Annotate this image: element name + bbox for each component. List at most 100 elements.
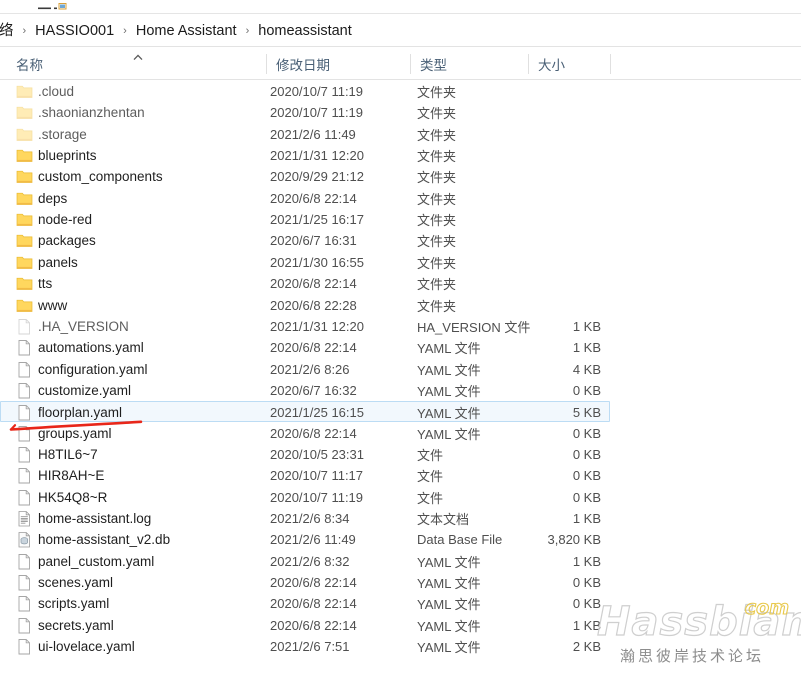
column-divider[interactable] [610, 54, 611, 74]
breadcrumb-item-homeassistant[interactable]: homeassistant [256, 20, 354, 42]
file-size [505, 188, 601, 209]
file-row[interactable]: groups.yaml 2020/6/8 22:14 YAML 文件 0 KB [0, 423, 610, 444]
file-icon [16, 467, 33, 484]
folder-icon [16, 232, 33, 249]
file-size: 3,820 KB [547, 532, 602, 548]
file-type: YAML 文件 [417, 426, 481, 442]
file-date-modified: 2021/2/6 8:32 [270, 553, 350, 569]
file-row[interactable]: customize.yaml 2020/6/7 16:32 YAML 文件 0 KB [0, 380, 610, 401]
folder-icon [16, 275, 33, 292]
file-date-modified: 2021/1/30 16:55 [270, 254, 364, 270]
file-icon [16, 489, 33, 506]
file-type: 文件夹 [417, 149, 457, 165]
file-size [505, 124, 601, 145]
file-row[interactable]: node-red 2021/1/25 16:17 文件夹 [0, 209, 610, 230]
breadcrumb[interactable]: 络 › HASSIO001 › Home Assistant › homeass… [0, 15, 801, 47]
file-row[interactable]: configuration.yaml 2021/2/6 8:26 YAML 文件 4 … [0, 359, 610, 380]
file-row[interactable]: secrets.yaml 2020/6/8 22:14 YAML 文件 1 KB [0, 615, 610, 636]
breadcrumb-item-hassio001[interactable]: HASSIO001 [33, 20, 116, 42]
column-header-name[interactable]: 名称 [6, 48, 270, 80]
file-date-modified: 2020/6/8 22:14 [270, 340, 357, 356]
file-name: www [38, 297, 68, 313]
file-icon [16, 339, 33, 356]
breadcrumb-item-home-assistant[interactable]: Home Assistant [134, 20, 239, 42]
file-type: YAML 文件 [417, 640, 481, 656]
file-date-modified: 2020/10/7 11:19 [270, 84, 364, 99]
file-row[interactable]: .storage 2021/2/6 11:49 文件夹 [0, 124, 610, 145]
file-type: 文件夹 [417, 234, 457, 250]
file-size [505, 252, 601, 273]
file-row[interactable]: .shaonianzhentan 2020/10/7 11:19 文件夹 [0, 102, 610, 123]
file-size [505, 273, 601, 294]
file-size: 1 KB [572, 318, 601, 334]
file-name: tts [38, 276, 53, 292]
file-name: groups.yaml [38, 425, 112, 441]
file-explorer-window: 络 › HASSIO001 › Home Assistant › homeass… [0, 0, 801, 677]
file-type: 文件夹 [417, 170, 457, 186]
file-type: 文本文档 [417, 512, 470, 527]
file-row[interactable]: deps 2020/6/8 22:14 文件夹 [0, 188, 610, 209]
file-row[interactable]: custom_components 2020/9/29 21:12 文件夹 [0, 166, 610, 187]
file-size: 1 KB [572, 553, 601, 569]
folder-icon [16, 126, 33, 143]
toolbar-remnant-icon [38, 3, 67, 10]
file-name: .storage [38, 126, 87, 142]
column-header-type[interactable]: 类型 [410, 48, 528, 80]
file-size [505, 209, 601, 230]
file-date-modified: 2020/6/8 22:14 [270, 425, 357, 441]
file-type: YAML 文件 [417, 576, 481, 592]
file-name: HK54Q8~R [38, 489, 108, 505]
file-size: 0 KB [572, 596, 601, 612]
column-header-size[interactable]: 大小 [528, 48, 610, 80]
file-icon [16, 446, 33, 463]
file-row[interactable]: home-assistant.log 2021/2/6 8:34 文本文档 1 KB [0, 508, 610, 529]
file-row[interactable]: HK54Q8~R 2020/10/7 11:19 文件 0 KB [0, 487, 610, 508]
file-name: scripts.yaml [38, 596, 110, 612]
file-row[interactable]: packages 2020/6/7 16:31 文件夹 [0, 230, 610, 251]
file-icon [16, 574, 33, 591]
file-size: 0 KB [572, 382, 601, 398]
file-row[interactable]: .HA_VERSION 2021/1/31 12:20 HA_VERSION 文件 1… [0, 316, 610, 337]
file-row-selected[interactable]: floorplan.yaml 2021/1/25 16:15 YAML 文件 5 KB [0, 401, 610, 423]
column-header-date-modified[interactable]: 修改日期 [266, 48, 410, 80]
file-name: home-assistant.log [38, 511, 152, 526]
file-icon [16, 382, 33, 399]
file-row[interactable]: panels 2021/1/30 16:55 文件夹 [0, 252, 610, 273]
file-type: YAML 文件 [417, 597, 481, 613]
file-date-modified: 2021/1/25 16:15 [270, 405, 364, 421]
file-row[interactable]: automations.yaml 2020/6/8 22:14 YAML 文件 1 K… [0, 337, 610, 358]
file-row[interactable]: .cloud 2020/10/7 11:19 文件夹 [0, 81, 610, 102]
file-row[interactable]: panel_custom.yaml 2021/2/6 8:32 YAML 文件 1 K… [0, 551, 610, 572]
file-row[interactable]: ui-lovelace.yaml 2021/2/6 7:51 YAML 文件 2 KB [0, 636, 610, 657]
breadcrumb-separator-icon: › [22, 24, 27, 37]
file-row[interactable]: HIR8AH~E 2020/10/7 11:17 文件 0 KB [0, 465, 610, 486]
file-size: 4 KB [572, 361, 601, 377]
file-type: 文件夹 [417, 277, 457, 293]
file-icon [16, 638, 33, 655]
file-size: 2 KB [572, 639, 601, 655]
file-date-modified: 2020/6/8 22:14 [270, 617, 357, 633]
file-name: deps [38, 190, 68, 206]
file-row[interactable]: www 2020/6/8 22:28 文件夹 [0, 295, 610, 316]
file-row[interactable]: H8TIL6~7 2020/10/5 23:31 文件 0 KB [0, 444, 610, 465]
file-name: node-red [38, 212, 93, 228]
file-date-modified: 2021/1/31 12:20 [270, 318, 364, 334]
file-row[interactable]: blueprints 2021/1/31 12:20 文件夹 [0, 145, 610, 166]
folder-icon [16, 104, 33, 121]
file-row[interactable]: scripts.yaml 2020/6/8 22:14 YAML 文件 0 KB [0, 593, 610, 614]
file-type: 文件 [417, 490, 444, 506]
file-type: 文件夹 [417, 191, 457, 207]
file-type: 文件夹 [417, 213, 457, 229]
breadcrumb-item-network[interactable]: 络 [0, 20, 16, 42]
file-row[interactable]: home-assistant_v2.db 2021/2/6 11:49 Data B… [0, 529, 610, 550]
file-name: blueprints [38, 148, 97, 164]
sort-ascending-caret-icon [133, 54, 143, 61]
folder-icon [16, 83, 33, 100]
file-name: automations.yaml [38, 340, 144, 356]
file-row[interactable]: scenes.yaml 2020/6/8 22:14 YAML 文件 0 KB [0, 572, 610, 593]
watermark-subtitle: 瀚思彼岸技术论坛 [619, 647, 764, 665]
file-type: YAML 文件 [417, 362, 481, 378]
file-row[interactable]: tts 2020/6/8 22:14 文件夹 [0, 273, 610, 294]
folder-icon [16, 211, 33, 228]
file-list[interactable]: .cloud 2020/10/7 11:19 文件夹 .shaonianzhentan… [0, 81, 801, 677]
